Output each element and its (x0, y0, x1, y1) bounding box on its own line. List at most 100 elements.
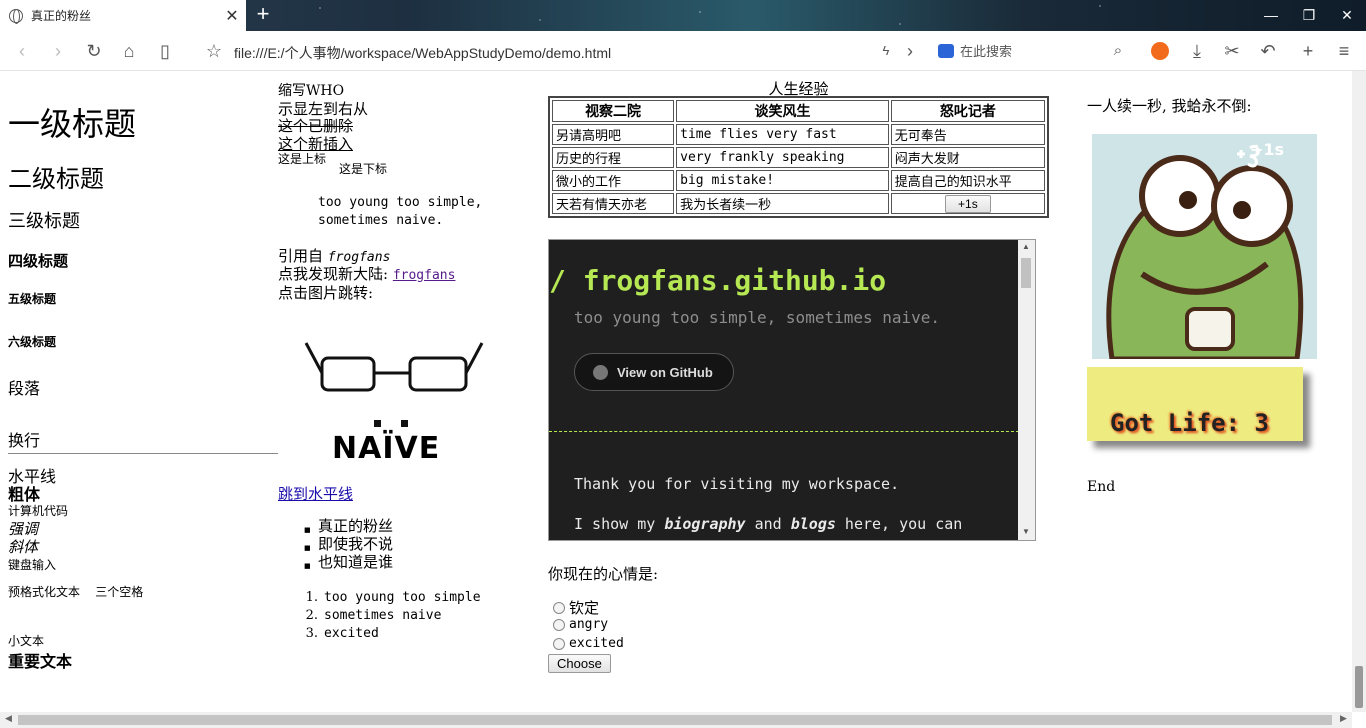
bookmark-star-icon[interactable]: ☆ (202, 39, 226, 63)
table-cell: 无可奉告 (890, 124, 1045, 145)
undo-icon[interactable]: ↶ (1256, 39, 1280, 63)
paragraph-text: 段落 (8, 379, 41, 398)
radio-option-1[interactable]: 钦定 (553, 597, 599, 618)
active-tab[interactable]: 真正的粉丝 ✕ (0, 0, 246, 31)
life-counter-text: Got Life: 3 (1110, 409, 1269, 437)
menu-icon[interactable]: ≡ (1332, 39, 1356, 63)
iframe-scrollbar[interactable]: ▲ ▼ (1018, 240, 1035, 540)
refresh-icon[interactable]: ↻ (82, 39, 106, 63)
heading-6: 六级标题 (8, 335, 57, 349)
horizontal-rule (8, 453, 278, 454)
search-input[interactable] (960, 43, 1090, 59)
frog-image: +1s (1092, 134, 1317, 359)
list-item: 真正的粉丝 (318, 517, 393, 535)
preformatted-text: 预格式化文本 三个空格 (8, 585, 144, 599)
table-header-row: 视察二院 谈笑风生 怒叱记者 (552, 100, 1045, 122)
table-cell: 微小的工作 (552, 170, 675, 191)
site-subtitle: too young too simple, sometimes naive. (574, 308, 941, 327)
radio-button[interactable] (553, 637, 565, 650)
life-experience-table: 视察二院 谈笑风生 怒叱记者 另请高明吧 time flies very fas… (548, 96, 1049, 218)
extension-icon[interactable] (1151, 42, 1169, 60)
superscript-text: 这是上标 (278, 152, 327, 166)
scroll-up-icon[interactable]: ▲ (1022, 242, 1030, 251)
table-cell: 另请高明吧 (552, 124, 675, 145)
choose-button[interactable]: Choose (548, 654, 611, 673)
scroll-left-icon[interactable]: ◀ (5, 714, 12, 724)
back-icon[interactable]: ‹ (10, 39, 34, 63)
small-text: 小文本 (8, 634, 45, 648)
scroll-right-icon[interactable]: ▶ (1340, 714, 1347, 724)
page-vertical-scrollbar[interactable] (1352, 71, 1366, 712)
table-cell: 我为长者续一秒 (676, 193, 889, 214)
page-horizontal-scrollbar[interactable]: ◀ ▶ (0, 712, 1352, 728)
chevron-right-icon[interactable]: › (898, 39, 922, 63)
navigation-bar: ‹ › ↻ ⌂ ▯ ☆ file:///E:/个人事物/workspace/We… (0, 31, 1366, 71)
scroll-thumb[interactable] (1355, 666, 1363, 708)
list-item-text: excited (324, 626, 379, 641)
radio-button[interactable] (553, 601, 565, 614)
column-header: 谈笑风生 (676, 100, 889, 122)
line-break-text: 换行 (8, 431, 41, 450)
slogan-text: 一人续一秒, 我蛤永不倒: (1087, 97, 1252, 115)
frog-badge: +1s (1250, 140, 1285, 159)
restore-button[interactable]: ❐ (1290, 0, 1328, 31)
add-icon[interactable]: + (1296, 39, 1320, 63)
site-heading: / frogfans.github.io (549, 264, 887, 297)
forward-icon[interactable]: › (46, 39, 70, 63)
intro-part: and (745, 515, 791, 533)
table-cell: time flies very fast (676, 124, 889, 145)
strong-text: 重要文本 (8, 652, 73, 671)
image-link-label: 点击图片跳转: (278, 284, 374, 302)
heading-2: 二级标题 (8, 165, 104, 193)
radio-label: angry (569, 617, 609, 632)
scroll-thumb[interactable] (18, 715, 1332, 725)
heading-1: 一级标题 (8, 105, 137, 143)
table-cell: 闷声大发财 (890, 147, 1045, 168)
scissors-icon[interactable]: ✂ (1220, 39, 1244, 63)
plus-one-second-button[interactable]: +1s (945, 194, 991, 213)
dashed-divider (549, 431, 1019, 432)
mood-question: 你现在的心情是: (548, 565, 659, 583)
radio-button[interactable] (553, 618, 565, 631)
tab-bar: 真正的粉丝 ✕ + — ❐ ✕ (0, 0, 1366, 31)
glasses-icon (304, 342, 484, 427)
table-row: 天若有情天亦老 我为长者续一秒 +1s (552, 193, 1045, 214)
tab-title: 真正的粉丝 (31, 9, 92, 23)
radio-option-3[interactable]: excited (553, 636, 624, 651)
table-cell: big mistake! (676, 170, 889, 191)
list-item-text: sometimes naive (324, 608, 442, 623)
home-icon[interactable]: ⌂ (117, 39, 141, 63)
blockquote-line: sometimes naive. (318, 213, 444, 228)
lightning-icon[interactable]: ϟ (874, 39, 898, 63)
life-counter-box: Got Life: 3 (1087, 367, 1303, 441)
naive-glasses-image-link[interactable]: NAÏVE (302, 341, 486, 469)
search-engine-icon[interactable] (938, 44, 954, 58)
reader-icon[interactable]: ▯ (153, 39, 177, 63)
scroll-down-icon[interactable]: ▼ (1022, 527, 1030, 536)
jump-to-hr-link[interactable]: 跳到水平线 (278, 483, 353, 504)
list-item: 1. too young too simple (305, 590, 481, 605)
frogfans-link[interactable]: frogfans (393, 268, 456, 283)
naive-word: NAÏVE (332, 431, 441, 466)
radio-option-2[interactable]: angry (553, 617, 608, 632)
download-icon[interactable]: ⤓ (1185, 39, 1209, 63)
page-content: 一级标题 二级标题 三级标题 四级标题 五级标题 六级标题 段落 换行 水平线 … (0, 71, 1352, 712)
close-window-button[interactable]: ✕ (1328, 0, 1366, 31)
heading-3: 三级标题 (8, 211, 80, 232)
blockquote: too young too simple, sometimes naive. (318, 194, 482, 230)
view-on-github-button[interactable]: View on GitHub (574, 353, 734, 391)
scroll-thumb[interactable] (1021, 258, 1031, 288)
embedded-github-page: / frogfans.github.io too young too simpl… (548, 239, 1036, 541)
biography-word: biography (664, 515, 746, 533)
table-row: 微小的工作 big mistake! 提高自己的知识水平 (552, 170, 1045, 191)
frog-icon (1092, 134, 1317, 359)
table-cell: 历史的行程 (552, 147, 675, 168)
search-icon[interactable]: ⌕ (1106, 39, 1130, 63)
table-row: 另请高明吧 time flies very fast 无可奉告 (552, 124, 1045, 145)
github-icon (593, 364, 608, 380)
minimize-button[interactable]: — (1252, 0, 1290, 31)
address-bar[interactable]: file:///E:/个人事物/workspace/WebAppStudyDem… (234, 43, 611, 63)
table-cell: 天若有情天亦老 (552, 193, 675, 214)
tab-close-button[interactable]: ✕ (222, 6, 242, 26)
new-tab-button[interactable]: + (252, 3, 274, 25)
